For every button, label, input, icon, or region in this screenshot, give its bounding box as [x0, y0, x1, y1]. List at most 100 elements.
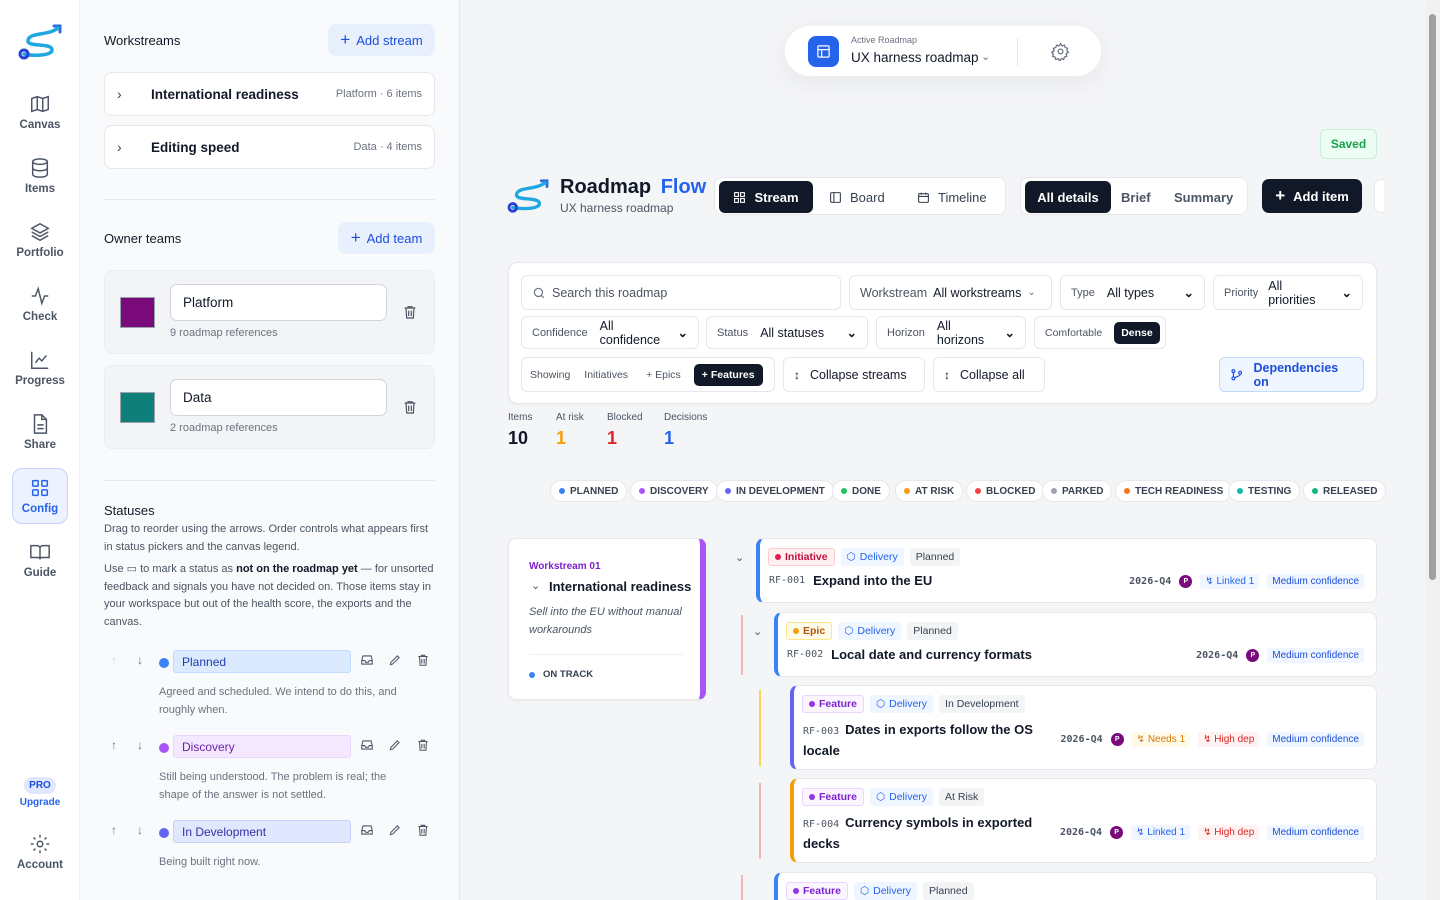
trash-icon[interactable]: [416, 653, 430, 667]
item-date: 2026-Q4: [1196, 650, 1239, 661]
collapse-streams-button[interactable]: ↕ Collapse streams: [783, 357, 925, 392]
move-up-icon[interactable]: ↑: [111, 823, 117, 837]
showing-features[interactable]: + Features: [693, 363, 763, 386]
team-name-input[interactable]: Data: [170, 379, 387, 416]
move-down-icon[interactable]: ↓: [137, 738, 143, 752]
app-logo-icon[interactable]: [18, 22, 62, 62]
status-color-dot[interactable]: [159, 658, 169, 668]
workstream-card[interactable]: Workstream 01 ⌄ International readiness …: [508, 538, 706, 700]
nav-config[interactable]: Config: [12, 468, 68, 524]
roadmap-item[interactable]: Feature ⬡ Delivery Planned: [774, 872, 1377, 900]
nav-account[interactable]: Account: [12, 826, 68, 878]
pencil-icon[interactable]: [388, 653, 402, 667]
detail-all[interactable]: All details: [1025, 181, 1111, 213]
roadmap-item[interactable]: Feature ⬡ Delivery In Development RF-003 D…: [790, 685, 1377, 770]
detail-summary[interactable]: Summary: [1174, 181, 1238, 213]
trash-icon[interactable]: [416, 738, 430, 752]
add-stream-button[interactable]: + Add stream: [328, 24, 435, 56]
priority-filter[interactable]: Priority All priorities ⌄: [1213, 275, 1363, 310]
tab-stream[interactable]: Stream: [719, 181, 813, 213]
density-comfortable[interactable]: Comfortable: [1039, 327, 1108, 339]
add-item-button[interactable]: + Add item: [1262, 179, 1362, 213]
legend-pill[interactable]: PARKED: [1042, 480, 1113, 502]
page-scrollbar[interactable]: [1425, 0, 1440, 900]
chevron-right-icon[interactable]: ›: [117, 86, 133, 102]
settings-gear-icon[interactable]: [1051, 42, 1070, 61]
inbox-icon[interactable]: [360, 653, 374, 667]
chevron-down-icon[interactable]: ⌄: [735, 551, 744, 564]
legend-pill[interactable]: PLANNED: [550, 480, 628, 502]
tab-board[interactable]: Board: [829, 181, 901, 213]
linked-chip[interactable]: ↯ Linked 1: [1200, 574, 1260, 589]
status-name-input[interactable]: In Development: [173, 820, 351, 843]
scrollbar-thumb[interactable]: [1429, 14, 1436, 580]
nav-progress[interactable]: Progress: [12, 340, 68, 396]
nav-canvas[interactable]: Canvas: [12, 84, 68, 140]
status-filter[interactable]: Status All statuses ⌄: [706, 316, 868, 349]
legend-pill[interactable]: AT RISK: [895, 480, 964, 502]
showing-epics[interactable]: + Epics: [646, 369, 681, 381]
nav-items[interactable]: Items: [12, 148, 68, 204]
move-down-icon[interactable]: ↓: [137, 823, 143, 837]
type-filter[interactable]: Type All types ⌄: [1060, 275, 1205, 310]
needs-chip[interactable]: ↯ Needs 1: [1131, 732, 1191, 747]
chevron-right-icon[interactable]: ›: [117, 139, 133, 155]
legend-pill[interactable]: DONE: [832, 480, 890, 502]
trash-icon[interactable]: [402, 399, 418, 415]
move-up-icon[interactable]: ↑: [111, 653, 117, 667]
inbox-icon[interactable]: [360, 823, 374, 837]
dependencies-toggle[interactable]: Dependencies on: [1219, 357, 1364, 392]
roadmap-item[interactable]: Epic ⬡ Delivery Planned RF-002 Local date…: [774, 612, 1377, 677]
dep-chip[interactable]: ↯ High dep: [1198, 825, 1260, 840]
pencil-icon[interactable]: [388, 823, 402, 837]
trash-icon[interactable]: [402, 304, 418, 320]
upgrade-link[interactable]: Upgrade: [0, 797, 80, 808]
trash-icon[interactable]: [416, 823, 430, 837]
roadmap-item[interactable]: Initiative ⬡ Delivery Planned RF-001 Expa…: [756, 538, 1377, 603]
legend-pill[interactable]: BLOCKED: [966, 480, 1045, 502]
confidence-filter[interactable]: Confidence All confidence ⌄: [521, 316, 699, 349]
add-team-button[interactable]: + Add team: [338, 222, 435, 254]
legend-pill[interactable]: TESTING: [1228, 480, 1301, 502]
team-color-swatch[interactable]: [120, 392, 155, 423]
pencil-icon[interactable]: [388, 738, 402, 752]
nav-label: Config: [21, 503, 59, 515]
status-color-dot[interactable]: [159, 828, 169, 838]
stream-row[interactable]: › Editing speed Data · 4 items: [104, 125, 435, 169]
nav-guide[interactable]: Guide: [12, 532, 68, 588]
item-id: RF-001: [769, 575, 806, 586]
overflow-button[interactable]: [1374, 179, 1384, 213]
linked-chip[interactable]: ↯ Linked 1: [1131, 825, 1191, 840]
status-name-input[interactable]: Planned: [173, 650, 351, 673]
tab-timeline[interactable]: Timeline: [917, 181, 997, 213]
status-name-input[interactable]: Discovery: [173, 735, 351, 758]
density-dense[interactable]: Dense: [1114, 321, 1160, 344]
chevron-down-icon[interactable]: ⌄: [753, 625, 762, 638]
nav-portfolio[interactable]: Portfolio: [12, 212, 68, 268]
showing-initiatives[interactable]: Initiatives: [584, 369, 628, 381]
collapse-all-button[interactable]: ↕ Collapse all: [933, 357, 1045, 392]
move-up-icon[interactable]: ↑: [111, 738, 117, 752]
legend-pill[interactable]: IN DEVELOPMENT: [716, 480, 834, 502]
legend-pill[interactable]: DISCOVERY: [630, 480, 718, 502]
team-name-input[interactable]: Platform: [170, 284, 387, 321]
inbox-icon[interactable]: [360, 738, 374, 752]
team-color-swatch[interactable]: [120, 297, 155, 328]
nav-check[interactable]: Check: [12, 276, 68, 332]
move-down-icon[interactable]: ↓: [137, 653, 143, 667]
search-input[interactable]: Search this roadmap: [521, 275, 841, 310]
horizon-filter[interactable]: Horizon All horizons ⌄: [876, 316, 1026, 349]
roadmap-item[interactable]: Feature ⬡ Delivery At Risk RF-004 Currency…: [790, 778, 1377, 863]
workstream-filter[interactable]: Workstream All workstreams ⌄: [849, 275, 1052, 310]
chevron-down-icon[interactable]: ⌄: [981, 50, 990, 63]
detail-brief[interactable]: Brief: [1121, 181, 1155, 213]
status-color-dot[interactable]: [159, 743, 169, 753]
legend-pill[interactable]: RELEASED: [1303, 480, 1387, 502]
dependencies-label: Dependencies on: [1253, 360, 1339, 389]
active-roadmap-selector[interactable]: Active Roadmap UX harness roadmap ⌄: [784, 25, 1102, 77]
stream-row[interactable]: › International readiness Platform · 6 i…: [104, 72, 435, 116]
chevron-down-icon[interactable]: ⌄: [531, 579, 540, 592]
dep-chip[interactable]: ↯ High dep: [1198, 732, 1260, 747]
nav-share[interactable]: Share: [12, 404, 68, 460]
legend-pill[interactable]: TECH READINESS: [1115, 480, 1233, 502]
